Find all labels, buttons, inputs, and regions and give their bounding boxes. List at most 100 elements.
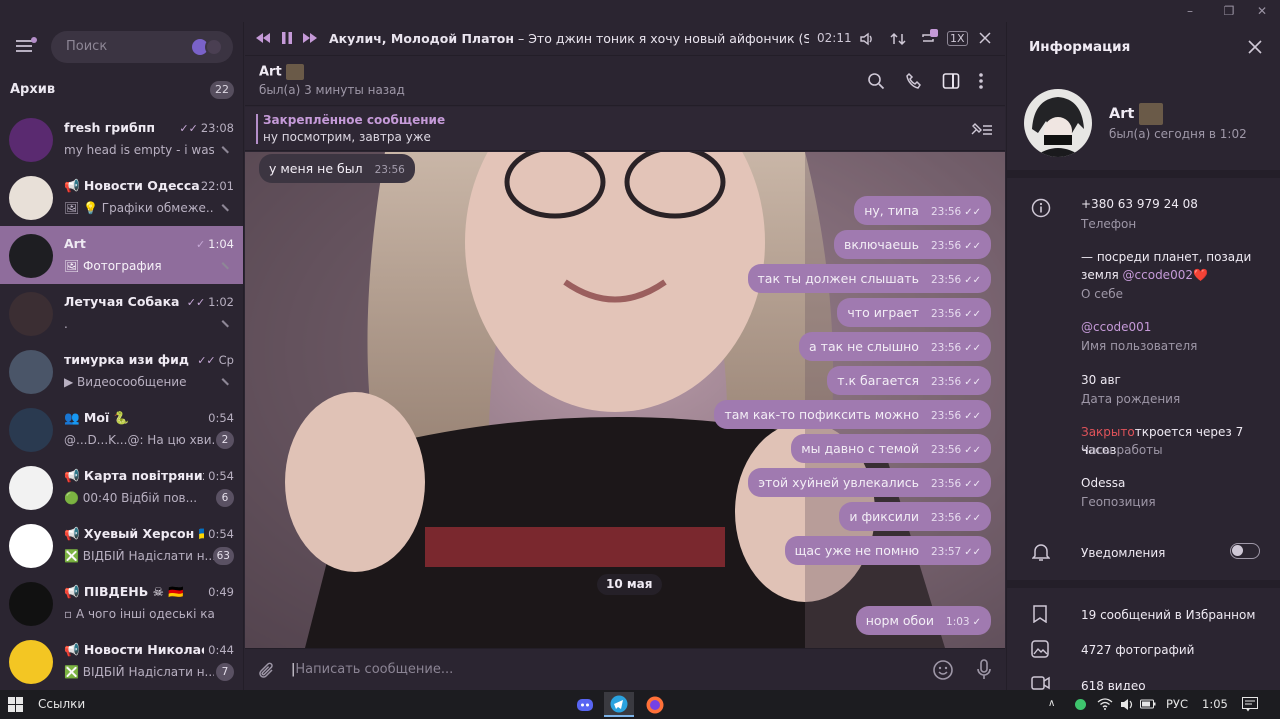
message-bubble[interactable]: мы давно с темой 23:56 ✓✓ bbox=[791, 434, 991, 463]
chat-list-item[interactable]: fresh грибпп ✓✓ 23:08 my head is empty - i … bbox=[0, 110, 243, 168]
archive-title[interactable]: Архив bbox=[10, 82, 55, 97]
firefox-icon[interactable] bbox=[640, 692, 670, 717]
phone-value[interactable]: +380 63 979 24 08 bbox=[1081, 195, 1271, 213]
chat-header[interactable]: Art был(а) 3 минуты назад bbox=[245, 56, 1005, 106]
chat-avatar bbox=[9, 640, 53, 684]
archive-count-badge: 22 bbox=[210, 81, 234, 99]
window-close-button[interactable]: ✕ bbox=[1244, 0, 1280, 22]
chat-time: 0:49 bbox=[208, 585, 234, 599]
windows-start-icon[interactable] bbox=[8, 697, 23, 712]
taskbar-links-label[interactable]: Ссылки bbox=[38, 697, 85, 711]
chat-list-item[interactable]: 👥 Мої 🐍 0:54 @...D...K...@: На цю хви... 2 bbox=[0, 400, 243, 458]
message-bubble[interactable]: включаешь 23:56 ✓✓ bbox=[833, 230, 991, 259]
playback-speed[interactable]: 1X bbox=[947, 31, 968, 46]
attach-icon[interactable] bbox=[257, 661, 277, 681]
profile-info-panel: Информация Art был(а) сегодня в 1:02 +38… bbox=[1006, 22, 1280, 690]
message-bubble[interactable]: норм обои 1:03 ✓ bbox=[855, 606, 991, 635]
read-checks-icon: ✓✓ bbox=[964, 275, 981, 286]
emoji-icon[interactable] bbox=[932, 659, 954, 681]
search-icon[interactable] bbox=[867, 72, 885, 90]
discord-icon[interactable] bbox=[570, 692, 600, 717]
message-bubble[interactable]: так ты должен слышать 23:56 ✓✓ bbox=[747, 264, 991, 293]
message-composer: |Написать сообщение... bbox=[245, 648, 1005, 690]
unread-badge: 2 bbox=[216, 431, 234, 449]
message-text: что играет bbox=[847, 305, 919, 320]
close-icon[interactable] bbox=[1248, 40, 1262, 54]
chat-list-item[interactable]: тимурка изи фид ✓✓ Ср ▶ Видеосообщение bbox=[0, 342, 243, 400]
message-text: включаешь bbox=[843, 237, 919, 252]
clock[interactable]: 1:05 bbox=[1202, 697, 1228, 711]
pinned-message-bar[interactable]: Закреплённое сообщение ну посмотрим, зав… bbox=[245, 107, 1005, 151]
videos-count[interactable]: 618 видео bbox=[1081, 677, 1271, 690]
search-input[interactable]: Поиск bbox=[51, 31, 233, 63]
sidebar-toggle-icon[interactable] bbox=[942, 72, 960, 90]
tray-status-icon[interactable] bbox=[1075, 699, 1086, 710]
chat-list-item[interactable]: 📢 Хуевый Херсон 🇺🇦 0:54 ❎ ВІДБІЙ Надіслати… bbox=[0, 516, 243, 574]
track-title[interactable]: Акулич, Молодой Платон – Это джин тоник … bbox=[329, 31, 809, 46]
message-time: 23:56 bbox=[374, 164, 405, 176]
location-value[interactable]: Odessa bbox=[1081, 474, 1271, 492]
volume-tray-icon[interactable] bbox=[1120, 698, 1136, 711]
chat-list-item[interactable]: Art ✓ 1:04 🖼 Фотография bbox=[0, 226, 243, 284]
message-bubble[interactable]: этой хуйней увлекались 23:56 ✓✓ bbox=[748, 468, 991, 497]
bio-line-1: — посреди планет, позади bbox=[1081, 250, 1252, 264]
message-input[interactable]: |Написать сообщение... bbox=[291, 662, 453, 677]
order-icon[interactable] bbox=[890, 31, 906, 47]
menu-icon[interactable] bbox=[14, 36, 38, 56]
message-text: там как-то пофиксить можно bbox=[724, 407, 919, 422]
photo-icon bbox=[1031, 640, 1049, 658]
notification-center-icon[interactable] bbox=[1242, 697, 1258, 712]
pause-icon[interactable] bbox=[280, 31, 294, 45]
notifications-toggle[interactable] bbox=[1230, 543, 1260, 559]
keyboard-language[interactable]: РУС bbox=[1166, 697, 1188, 711]
bell-icon bbox=[1032, 542, 1050, 562]
battery-icon[interactable] bbox=[1140, 698, 1156, 710]
wifi-icon[interactable] bbox=[1097, 698, 1113, 710]
volume-icon[interactable] bbox=[859, 31, 875, 47]
saved-messages-count[interactable]: 19 сообщений в Избранном bbox=[1081, 606, 1271, 624]
message-bubble[interactable]: там как-то пофиксить можно 23:56 ✓✓ bbox=[714, 400, 991, 429]
message-bubble[interactable]: щас уже не помню 23:57 ✓✓ bbox=[784, 536, 991, 565]
minimize-button[interactable]: – bbox=[1172, 0, 1208, 22]
phone-icon[interactable] bbox=[905, 72, 923, 90]
message-text: т.к багается bbox=[837, 373, 919, 388]
repeat-icon[interactable] bbox=[920, 29, 938, 47]
chat-list-item[interactable]: 📢 Новости Одесса | ...22:01 🖼 💡 Графіки о… bbox=[0, 168, 243, 226]
chat-list-item[interactable]: 📢 ПІВДЕНЬ ☠ 🇩🇪 0:49 ▫ А чого інші одеські … bbox=[0, 574, 243, 632]
username-value[interactable]: @ccode001 bbox=[1081, 318, 1271, 336]
microphone-icon[interactable] bbox=[975, 658, 993, 682]
chat-time: ✓ 1:04 bbox=[196, 237, 234, 251]
chat-time-text: 0:54 bbox=[208, 527, 234, 541]
pinned-list-icon[interactable] bbox=[969, 121, 993, 137]
message-time: 23:56 bbox=[930, 410, 962, 422]
close-player-icon[interactable] bbox=[978, 31, 992, 45]
message-bubble[interactable]: что играет 23:56 ✓✓ bbox=[837, 298, 991, 327]
chat-time: ✓✓ 23:08 bbox=[179, 121, 234, 135]
chat-title: Art bbox=[259, 64, 305, 80]
message-time: 1:03 bbox=[946, 616, 970, 628]
bio-handle-link[interactable]: @ccode002 bbox=[1123, 268, 1193, 282]
profile-avatar[interactable] bbox=[1024, 89, 1092, 157]
next-track-icon[interactable] bbox=[302, 31, 318, 45]
chat-time: ✓✓ Ср bbox=[197, 353, 234, 367]
chat-list-item[interactable]: Летучая Собака ✓✓ 1:02. bbox=[0, 284, 243, 342]
read-checks-icon: ✓✓ bbox=[964, 547, 981, 558]
previous-track-icon[interactable] bbox=[255, 31, 271, 45]
birthday-value[interactable]: 30 авг bbox=[1081, 371, 1271, 389]
chat-list-item[interactable]: 📢 Новости Николае... 0:44 ❎ ВІДБІЙ Надісла… bbox=[0, 632, 243, 690]
message-bubble[interactable]: а так не слышно 23:56 ✓✓ bbox=[799, 332, 991, 361]
chat-name: Art bbox=[64, 236, 86, 251]
location-label: Геопозиция bbox=[1081, 495, 1156, 509]
tray-overflow-icon[interactable]: ∧ bbox=[1048, 698, 1055, 709]
chat-list-item[interactable]: 📢 Карта повітряних ... 0:54 🟢 00:40 Відбій… bbox=[0, 458, 243, 516]
message-bubble[interactable]: у меня не был 23:56 bbox=[259, 154, 415, 183]
story-avatars[interactable] bbox=[191, 38, 225, 56]
photos-count[interactable]: 4727 фотографий bbox=[1081, 641, 1271, 659]
maximize-button[interactable]: ❐ bbox=[1211, 0, 1247, 22]
more-menu-icon[interactable] bbox=[978, 72, 984, 90]
telegram-icon[interactable] bbox=[604, 692, 634, 717]
message-bubble[interactable]: т.к багается 23:56 ✓✓ bbox=[827, 366, 991, 395]
message-bubble[interactable]: ну, типа 23:56 ✓✓ bbox=[854, 196, 991, 225]
bio-value[interactable]: — посреди планет, позади земля @ccode002❤… bbox=[1081, 248, 1271, 284]
message-bubble[interactable]: и фиксили 23:56 ✓✓ bbox=[839, 502, 991, 531]
